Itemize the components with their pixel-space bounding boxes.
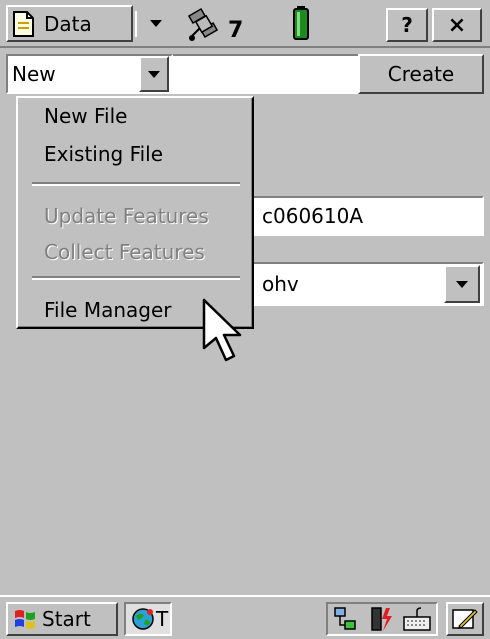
taskbar-app-item[interactable]: T bbox=[124, 602, 172, 636]
new-combo-dropdown-button[interactable] bbox=[139, 56, 169, 92]
network-icon[interactable] bbox=[332, 605, 360, 633]
menu-separator bbox=[32, 276, 240, 280]
menu-item-update-features: Update Features bbox=[44, 204, 209, 228]
document-icon bbox=[13, 10, 34, 37]
dictionary-dropdown-button[interactable] bbox=[444, 265, 480, 303]
menu-separator bbox=[32, 182, 240, 186]
mouse-pointer-icon bbox=[202, 298, 242, 362]
menu-item-file-manager[interactable]: File Manager bbox=[44, 298, 172, 322]
close-button[interactable]: × bbox=[432, 8, 482, 42]
taskbar-app-label: T bbox=[156, 607, 169, 631]
data-menu-dropdown-button[interactable] bbox=[141, 5, 171, 42]
dictionary-select-value: ohv bbox=[262, 272, 299, 296]
taskbar: Start T bbox=[0, 595, 490, 639]
menu-item-existing-file[interactable]: Existing File bbox=[44, 142, 163, 166]
battery-icon[interactable] bbox=[292, 5, 310, 41]
start-button[interactable]: Start bbox=[6, 602, 118, 636]
input-panel-button[interactable] bbox=[446, 602, 484, 636]
menu-item-new-file[interactable]: New File bbox=[44, 104, 127, 128]
filename-field[interactable]: c060610A bbox=[250, 196, 484, 236]
chevron-down-icon bbox=[456, 280, 468, 288]
chevron-down-icon bbox=[148, 70, 160, 78]
new-dropdown-menu: New File Existing File Update Features C… bbox=[16, 96, 254, 329]
new-combo[interactable]: New bbox=[6, 54, 173, 94]
title-bar: Data 7 ? × bbox=[0, 0, 490, 48]
data-menu-label: Data bbox=[44, 11, 92, 36]
pen-icon bbox=[452, 609, 478, 629]
satellite-icon bbox=[187, 8, 219, 41]
windows-flag-icon bbox=[15, 610, 35, 629]
globe-icon bbox=[132, 608, 154, 630]
dictionary-select[interactable]: ohv bbox=[250, 262, 484, 306]
new-combo-value: New bbox=[12, 62, 56, 86]
keyboard-icon[interactable] bbox=[402, 605, 432, 633]
start-label: Start bbox=[42, 607, 91, 631]
battery-charging-icon[interactable] bbox=[368, 605, 394, 633]
toolbar-blank-area bbox=[173, 54, 358, 94]
menu-item-collect-features: Collect Features bbox=[44, 240, 205, 264]
divider bbox=[135, 11, 137, 37]
data-menu-button[interactable]: Data bbox=[6, 5, 133, 42]
gnss-status[interactable]: 7 bbox=[186, 2, 256, 46]
create-button[interactable]: Create bbox=[358, 54, 484, 94]
system-tray bbox=[326, 602, 438, 636]
satellite-count: 7 bbox=[228, 18, 244, 43]
chevron-down-icon bbox=[150, 20, 162, 27]
help-button[interactable]: ? bbox=[386, 8, 428, 42]
